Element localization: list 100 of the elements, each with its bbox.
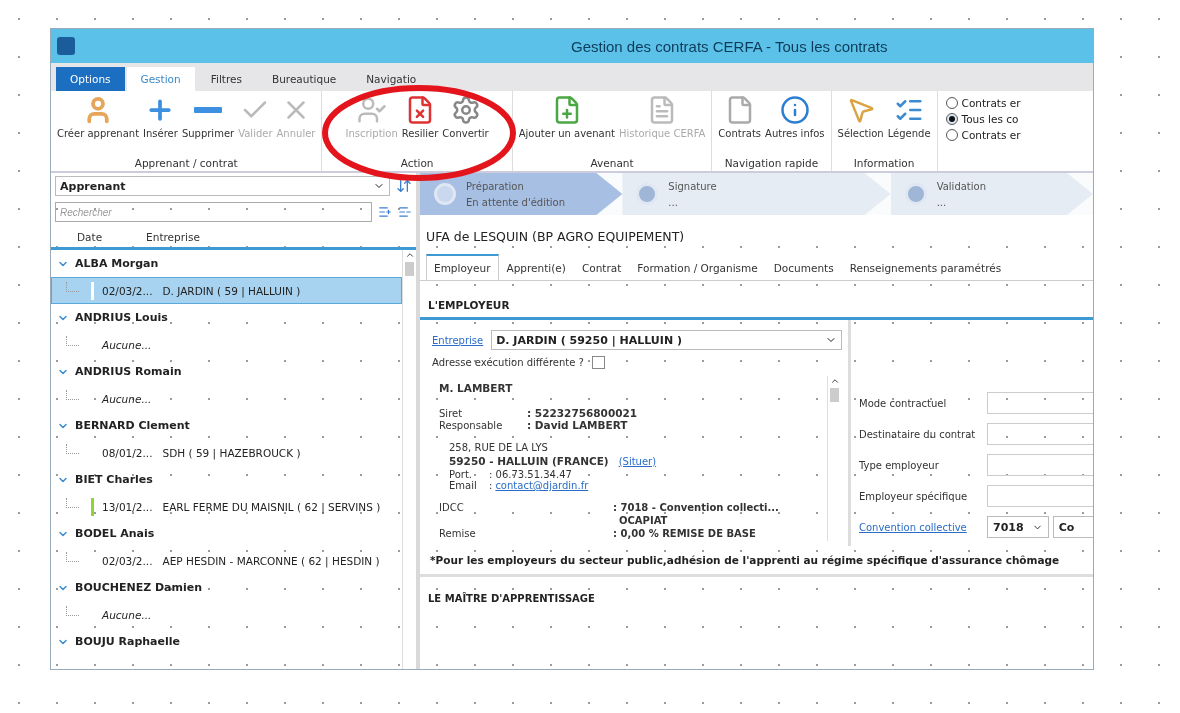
input-field[interactable] — [987, 392, 1093, 414]
tree-connector — [66, 605, 79, 616]
ribbon-tab[interactable]: Navigatio — [352, 67, 431, 91]
ribbon-group-label: Avenant — [590, 157, 634, 169]
contract-row[interactable]: Aucune... — [51, 331, 402, 358]
contract-row[interactable]: 13/01/2... EARL FERME DU MAISNIL ( 62 | SERVINS ) — [51, 493, 402, 520]
convention-link[interactable]: Convention collective — [859, 521, 967, 533]
learner-group-row[interactable]: BODEL Anais — [51, 520, 402, 547]
public-sector-note: *Pour les employeurs du secteur public,adhésion de l'apprenti au régime spécifique d'assurance chômage — [420, 546, 1093, 577]
tree-connector — [66, 497, 79, 508]
filter-radio[interactable]: Tous les co — [945, 113, 1021, 125]
detail-tab[interactable]: Formation / Organisme — [629, 254, 766, 280]
expand-all-icon[interactable] — [378, 205, 392, 219]
siret-value: : 52232756800021 — [527, 407, 639, 419]
phone-value: : 06.73.51.34.47 — [489, 469, 573, 480]
ribbon-tab[interactable]: Filtres — [196, 67, 256, 91]
input-field[interactable] — [987, 454, 1093, 476]
detail-tab[interactable]: Renseignements paramétrés — [841, 254, 1010, 280]
ribbon-button[interactable]: Légende — [886, 95, 932, 157]
field-label: Employeur spécifique — [859, 490, 969, 502]
company-link[interactable]: Entreprise — [432, 334, 484, 346]
filter-radio[interactable]: Contrats er — [945, 97, 1021, 109]
locate-link[interactable]: (Situer) — [618, 455, 657, 467]
learner-name: ANDRIUS Louis — [75, 311, 168, 324]
field-label: Email — [449, 480, 478, 491]
email-link[interactable]: contact@djardin.fr — [495, 480, 589, 491]
convention-name-field[interactable]: Co — [1052, 516, 1093, 538]
detail-tab[interactable]: Apprenti(e) — [498, 254, 574, 280]
contract-row[interactable]: 02/03/2... D. JARDIN ( 59 | HALLUIN ) — [51, 277, 402, 304]
scroll-up-icon[interactable] — [829, 376, 840, 386]
step-status: En attente d'édition — [466, 196, 566, 208]
scrollbar[interactable] — [402, 250, 416, 669]
checkbox[interactable] — [591, 356, 605, 369]
company-dropdown[interactable]: D. JARDIN ( 59250 | HALLUIN ) — [491, 330, 842, 350]
step-title: Validation — [936, 180, 987, 192]
scroll-thumb[interactable] — [405, 262, 414, 276]
field-label: Destinataire du contrat — [859, 428, 977, 440]
ribbon-tab[interactable]: Gestion — [126, 67, 195, 91]
company-cell: AEP HESDIN - MARCONNE ( 62 | HESDIN ) — [162, 554, 380, 567]
scroll-up-icon[interactable] — [404, 250, 415, 260]
filter-radio[interactable]: Contrats er — [945, 129, 1021, 141]
scrollbar[interactable] — [827, 376, 841, 541]
address-street: 258, RUE DE LA LYS — [449, 442, 549, 453]
scroll-thumb[interactable] — [830, 388, 839, 402]
learner-group-row[interactable]: BIET Charles — [51, 466, 402, 493]
learner-name: BODEL Anais — [75, 527, 155, 540]
learner-name: BOUJU Raphaelle — [75, 635, 180, 648]
ribbon-button[interactable]: Créer apprenant — [56, 95, 141, 157]
step-status: ... — [936, 196, 948, 208]
discount-value: : 0,00 % REMISE DE BASE — [613, 528, 757, 539]
contract-row[interactable]: 02/03/2... AEP HESDIN - MARCONNE ( 62 | HESDIN ) — [51, 547, 402, 574]
group-by-dropdown[interactable]: Apprenant — [55, 176, 390, 196]
column-header[interactable]: Date — [77, 231, 103, 243]
field-label: IDCC — [439, 502, 465, 513]
contract-row[interactable]: Aucune... — [51, 601, 402, 628]
detail-tab[interactable]: Contrat — [573, 254, 630, 280]
column-header[interactable]: Entreprise — [146, 231, 200, 243]
input-field[interactable] — [987, 423, 1093, 445]
options-menu-tab[interactable]: Options — [56, 67, 125, 91]
learner-group-row[interactable]: BOUCHENEZ Damien — [51, 574, 402, 601]
ribbon-button[interactable]: Autres infos — [764, 95, 826, 157]
ribbon-button[interactable]: Insérer — [142, 95, 179, 157]
training-center-heading: UFA de LESQUIN (BP AGRO EQUIPEMENT) — [425, 228, 686, 246]
address-city: 59250 - HALLUIN (FRANCE) — [449, 455, 609, 467]
detail-tab[interactable]: Employeur — [426, 254, 499, 280]
learner-group-row[interactable]: BERNARD Clement — [51, 412, 402, 439]
input-field[interactable] — [987, 485, 1093, 507]
field-label: Siret — [439, 407, 464, 419]
ribbon-button[interactable]: Resilier — [400, 95, 440, 157]
ribbon-tab[interactable]: Bureautique — [257, 67, 351, 91]
ribbon-group-label: Apprenant / contrat — [134, 157, 238, 169]
ribbon-group-label: Action — [400, 157, 434, 169]
contract-row[interactable]: Aucune... — [51, 385, 402, 412]
learner-group-row[interactable]: ANDRIUS Louis — [51, 304, 402, 331]
learner-group-row[interactable]: BOUJU Raphaelle — [51, 628, 402, 655]
step-status: ... — [668, 196, 679, 208]
convention-code-dropdown[interactable]: 7018 — [987, 516, 1049, 538]
tree-connector — [66, 335, 79, 346]
ribbon-button[interactable]: Convertir — [441, 95, 490, 157]
learner-group-row[interactable]: ALBA Morgan — [51, 250, 402, 277]
field-label: Port. — [449, 469, 473, 480]
ribbon-button[interactable]: Sélection — [836, 95, 885, 157]
employer-name: M. LAMBERT — [439, 382, 514, 394]
empty-contract-text: Aucune... — [102, 338, 152, 351]
detail-tab[interactable]: Documents — [765, 254, 842, 280]
ribbon-button[interactable]: Supprimer — [180, 95, 236, 157]
step-dot-icon — [636, 183, 659, 205]
ribbon-button[interactable]: Ajouter un avenant — [517, 95, 616, 157]
contract-row[interactable]: 08/01/2... SDH ( 59 | HAZEBROUCK ) — [51, 439, 402, 466]
company-cell: D. JARDIN ( 59 | HALLUIN ) — [162, 284, 301, 297]
sort-icon[interactable] — [396, 178, 412, 194]
section-title: L'EMPLOYEUR — [420, 281, 1093, 320]
learner-group-row[interactable]: ANDRIUS Romain — [51, 358, 402, 385]
field-label: Responsable — [439, 419, 504, 431]
search-field[interactable]: Rechercher — [55, 202, 372, 222]
learner-name: ANDRIUS Romain — [75, 365, 182, 378]
date-cell: 13/01/2... — [102, 500, 153, 513]
collapse-all-icon[interactable] — [398, 205, 412, 219]
ribbon-button[interactable]: Contrats — [717, 95, 763, 157]
step-dot-icon — [434, 183, 456, 205]
